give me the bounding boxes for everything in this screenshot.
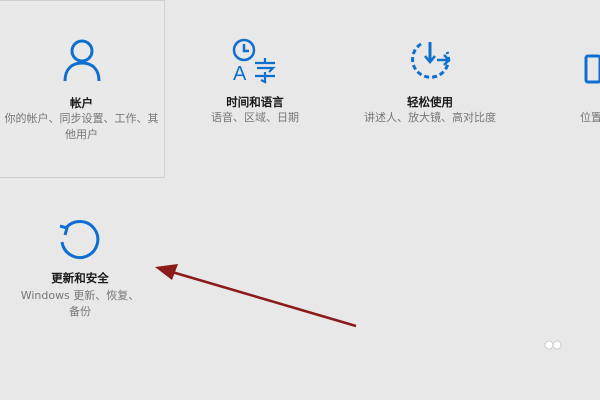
tile-title: 帐户 — [70, 96, 93, 110]
watermark — [544, 335, 562, 350]
tile-description: 你的帐户、同步设置、工作、其他用户 — [4, 112, 159, 141]
refresh-icon — [56, 218, 104, 268]
tile-privacy[interactable]: 位置 — [560, 0, 600, 178]
privacy-icon — [584, 54, 600, 88]
time-language-icon: A — [231, 36, 279, 88]
tile-time-language[interactable]: A 时间和语言 语音、区域、日期 — [175, 0, 335, 178]
tile-description: 讲述人、放大镜、高对比度 — [364, 111, 496, 124]
tile-title: 更新和安全 — [51, 271, 109, 285]
tile-account[interactable]: 帐户 你的帐户、同步设置、工作、其他用户 — [0, 0, 165, 178]
tile-ease-of-access[interactable]: 轻松使用 讲述人、放大镜、高对比度 — [350, 0, 510, 178]
tile-description: 位置 — [580, 111, 600, 124]
ease-of-access-icon — [407, 38, 453, 86]
tile-title: 时间和语言 — [226, 95, 284, 109]
user-icon — [62, 37, 102, 87]
tile-title: 轻松使用 — [407, 95, 453, 109]
svg-text:A: A — [233, 63, 247, 84]
tile-update-security[interactable]: 更新和安全 Windows 更新、恢复、备份 — [0, 200, 160, 340]
tile-description: 语音、区域、日期 — [211, 111, 299, 124]
tile-description: Windows 更新、恢复、备份 — [20, 289, 140, 318]
